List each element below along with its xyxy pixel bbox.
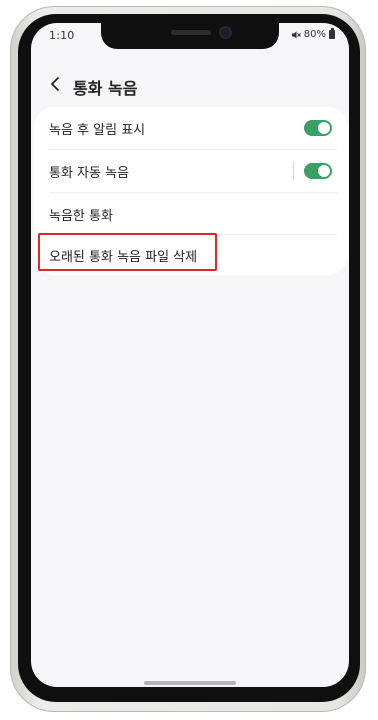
settings-card: 녹음 후 알림 표시 통화 자동 녹음 녹음한 통화 오래된 통화 녹음 파일 … bbox=[34, 107, 348, 275]
setting-row-delete-old-recordings[interactable]: 오래된 통화 녹음 파일 삭제 bbox=[34, 234, 348, 276]
toggle-knob bbox=[318, 165, 330, 177]
camera-notch bbox=[101, 23, 279, 49]
vertical-separator bbox=[293, 162, 294, 180]
notify-after-recording-toggle[interactable] bbox=[304, 120, 332, 136]
app-header: 통화 녹음 bbox=[31, 69, 349, 99]
setting-row-auto-record[interactable]: 통화 자동 녹음 bbox=[34, 150, 348, 192]
setting-label: 통화 자동 녹음 bbox=[49, 165, 130, 181]
setting-row-notify-after-recording[interactable]: 녹음 후 알림 표시 bbox=[34, 107, 348, 149]
earpiece-speaker bbox=[171, 30, 211, 35]
page-title: 통화 녹음 bbox=[73, 79, 138, 98]
status-time: 1:10 bbox=[49, 29, 75, 42]
setting-label: 오래된 통화 녹음 파일 삭제 bbox=[49, 249, 198, 265]
setting-label: 녹음한 통화 bbox=[49, 208, 113, 224]
battery-percent: 80% bbox=[303, 29, 326, 40]
back-button[interactable] bbox=[45, 69, 65, 99]
home-indicator[interactable] bbox=[144, 681, 236, 685]
toggle-knob bbox=[318, 122, 330, 134]
mute-icon bbox=[291, 30, 301, 40]
phone-screen: 1:10 80% 통화 녹음 녹음 후 알림 표시 통화 자동 녹음 녹음한 통… bbox=[31, 23, 349, 687]
chevron-left-icon bbox=[51, 77, 59, 91]
setting-row-recorded-calls[interactable]: 녹음한 통화 bbox=[34, 193, 348, 235]
setting-label: 녹음 후 알림 표시 bbox=[49, 122, 146, 138]
front-camera bbox=[221, 28, 230, 37]
status-icons: 80% bbox=[291, 28, 335, 40]
battery-icon bbox=[329, 28, 335, 39]
auto-record-toggle[interactable] bbox=[304, 163, 332, 179]
